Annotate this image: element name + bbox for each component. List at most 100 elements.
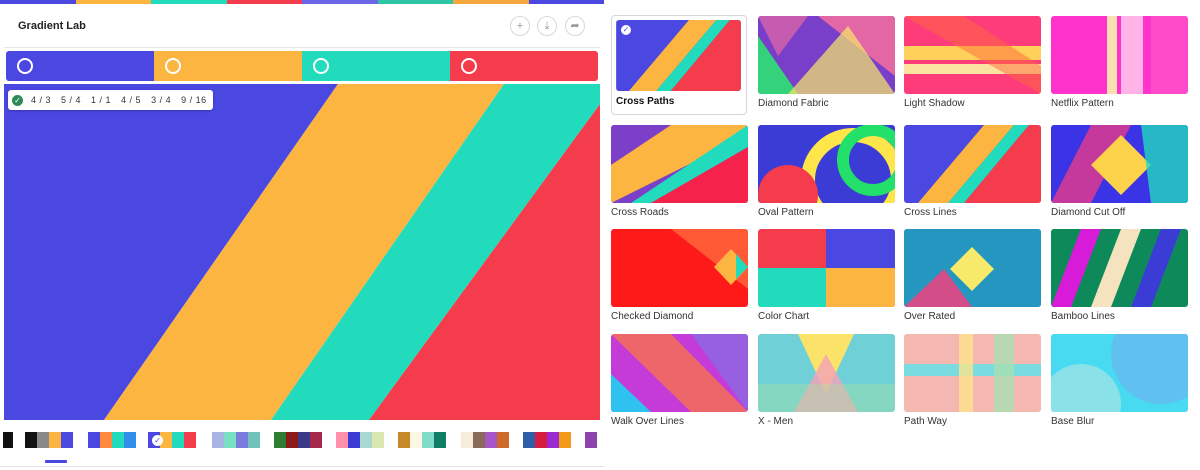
gradient-card[interactable]: Checked Diamond: [611, 229, 748, 322]
thumb-shape: [758, 384, 895, 412]
palette-swatch-group[interactable]: [212, 432, 260, 448]
palette-color-swatch: [461, 432, 473, 448]
share-arrow-icon: ➦: [570, 20, 580, 32]
palette-swatch-group[interactable]: [398, 432, 446, 448]
gradient-card[interactable]: Cross Lines: [904, 125, 1041, 218]
download-button[interactable]: ⤓: [537, 16, 557, 36]
palette-strip: [0, 429, 604, 451]
gradient-card[interactable]: Light Shadow: [904, 16, 1041, 109]
gradient-thumbnail[interactable]: [616, 20, 741, 91]
gradient-thumbnail[interactable]: [758, 229, 895, 307]
gradient-thumbnail[interactable]: [611, 125, 748, 203]
gradient-thumbnail[interactable]: [611, 229, 748, 307]
ratio-option[interactable]: 4 / 3: [31, 95, 51, 105]
gradient-thumbnail[interactable]: [904, 125, 1041, 203]
gradient-card-name: Bamboo Lines: [1051, 311, 1115, 322]
editor-panel: Gradient Lab + ⤓ ➦ ✓ 4 / 3 5 / 4 1 / 1 4 / …: [0, 0, 604, 470]
top-stripe-segment: [377, 0, 453, 4]
gradient-card[interactable]: Oval Pattern: [758, 125, 895, 218]
palette-color-swatch: [49, 432, 61, 448]
palette-color-swatch: [274, 432, 286, 448]
gradient-card[interactable]: Base Blur: [1051, 334, 1188, 427]
thumb-shape: [1121, 16, 1143, 94]
palette-swatch-group[interactable]: [523, 432, 571, 448]
thumb-shape: [1051, 334, 1188, 412]
palette-color-swatch: [485, 432, 497, 448]
color-stop-handle[interactable]: [17, 58, 33, 74]
palette-color-swatch: [348, 432, 360, 448]
gradient-thumbnail[interactable]: [758, 16, 895, 94]
palette-scroll-indicator[interactable]: [45, 460, 67, 463]
ratio-option[interactable]: 5 / 4: [61, 95, 81, 105]
gradient-preview-svg: [4, 84, 600, 420]
check-icon: ✓: [12, 94, 23, 106]
gradient-thumbnail[interactable]: [904, 229, 1041, 307]
gradient-card[interactable]: Cross Roads: [611, 125, 748, 218]
color-stop-1[interactable]: [6, 51, 154, 81]
palette-color-swatch: [473, 432, 485, 448]
ratio-option[interactable]: 9 / 16: [181, 95, 207, 105]
palette-swatch-group[interactable]: [585, 432, 597, 448]
color-stop-handle[interactable]: [313, 58, 329, 74]
gradient-card[interactable]: Diamond Cut Off: [1051, 125, 1188, 218]
gradient-thumbnail[interactable]: [1051, 16, 1188, 94]
top-stripe-segment: [0, 0, 76, 4]
gradient-card[interactable]: Cross Paths: [616, 20, 753, 107]
gradient-card[interactable]: Walk Over Lines: [611, 334, 748, 427]
color-stop-handle[interactable]: [461, 58, 477, 74]
palette-swatch-group[interactable]: [461, 432, 509, 448]
palette-swatch-group[interactable]: [336, 432, 384, 448]
palette-color-swatch: [410, 432, 422, 448]
gradient-card[interactable]: Netflix Pattern: [1051, 16, 1188, 109]
add-button[interactable]: +: [510, 16, 530, 36]
ratio-option[interactable]: 4 / 5: [121, 95, 141, 105]
gradient-card[interactable]: Color Chart: [758, 229, 895, 322]
gradient-card-name: X - Men: [758, 416, 794, 427]
gradient-thumbnail[interactable]: [758, 125, 895, 203]
palette-swatch-group[interactable]: [88, 432, 136, 448]
palette-color-swatch: [310, 432, 322, 448]
color-stop-3[interactable]: [302, 51, 450, 81]
palette-color-swatch: [372, 432, 384, 448]
color-stop-2[interactable]: [154, 51, 302, 81]
gradient-card[interactable]: X - Men: [758, 334, 895, 427]
gradient-card-name: Cross Paths: [616, 96, 675, 107]
gradient-thumbnail[interactable]: [1051, 334, 1188, 412]
ratio-option[interactable]: 3 / 4: [151, 95, 171, 105]
palette-color-swatch: [547, 432, 559, 448]
palette-color-swatch: [523, 432, 535, 448]
app-header: Gradient Lab + ⤓ ➦: [4, 6, 600, 48]
color-stop-4[interactable]: [450, 51, 598, 81]
palette-color-swatch: [124, 432, 136, 448]
gradient-thumbnail[interactable]: [904, 334, 1041, 412]
palette-color-swatch: [535, 432, 547, 448]
palette-swatch-group[interactable]: [274, 432, 322, 448]
gradient-thumbnail[interactable]: [758, 334, 895, 412]
gradient-card-name: Oval Pattern: [758, 207, 814, 218]
palette-color-swatch: [88, 432, 100, 448]
color-stop-handle[interactable]: [165, 58, 181, 74]
gradient-thumbnail[interactable]: [1051, 229, 1188, 307]
gradient-thumbnail[interactable]: [611, 334, 748, 412]
thumb-shape: [826, 229, 895, 268]
gradient-card[interactable]: Path Way: [904, 334, 1041, 427]
share-button[interactable]: ➦: [565, 16, 585, 36]
top-stripe-segment: [528, 0, 604, 4]
gradient-thumbnail[interactable]: [1051, 125, 1188, 203]
ratio-option[interactable]: 1 / 1: [91, 95, 111, 105]
gradient-thumbnail[interactable]: [904, 16, 1041, 94]
gradient-preview-canvas: [4, 84, 600, 420]
plus-circle-icon: +: [516, 20, 524, 32]
top-stripe-segment: [151, 0, 227, 4]
gradient-card-name: Over Rated: [904, 311, 956, 322]
thumb-shape: [758, 268, 826, 307]
selected-check-icon: ✓: [620, 24, 632, 36]
gradient-card-name: Path Way: [904, 416, 947, 427]
gradient-card[interactable]: Bamboo Lines: [1051, 229, 1188, 322]
thumb-shape: [1151, 16, 1188, 94]
gradient-card[interactable]: Over Rated: [904, 229, 1041, 322]
palette-swatch-group[interactable]: [25, 432, 73, 448]
palette-swatch-group[interactable]: [3, 432, 13, 448]
gradient-card[interactable]: Diamond Fabric: [758, 16, 895, 109]
thumb-shape: [959, 334, 973, 412]
